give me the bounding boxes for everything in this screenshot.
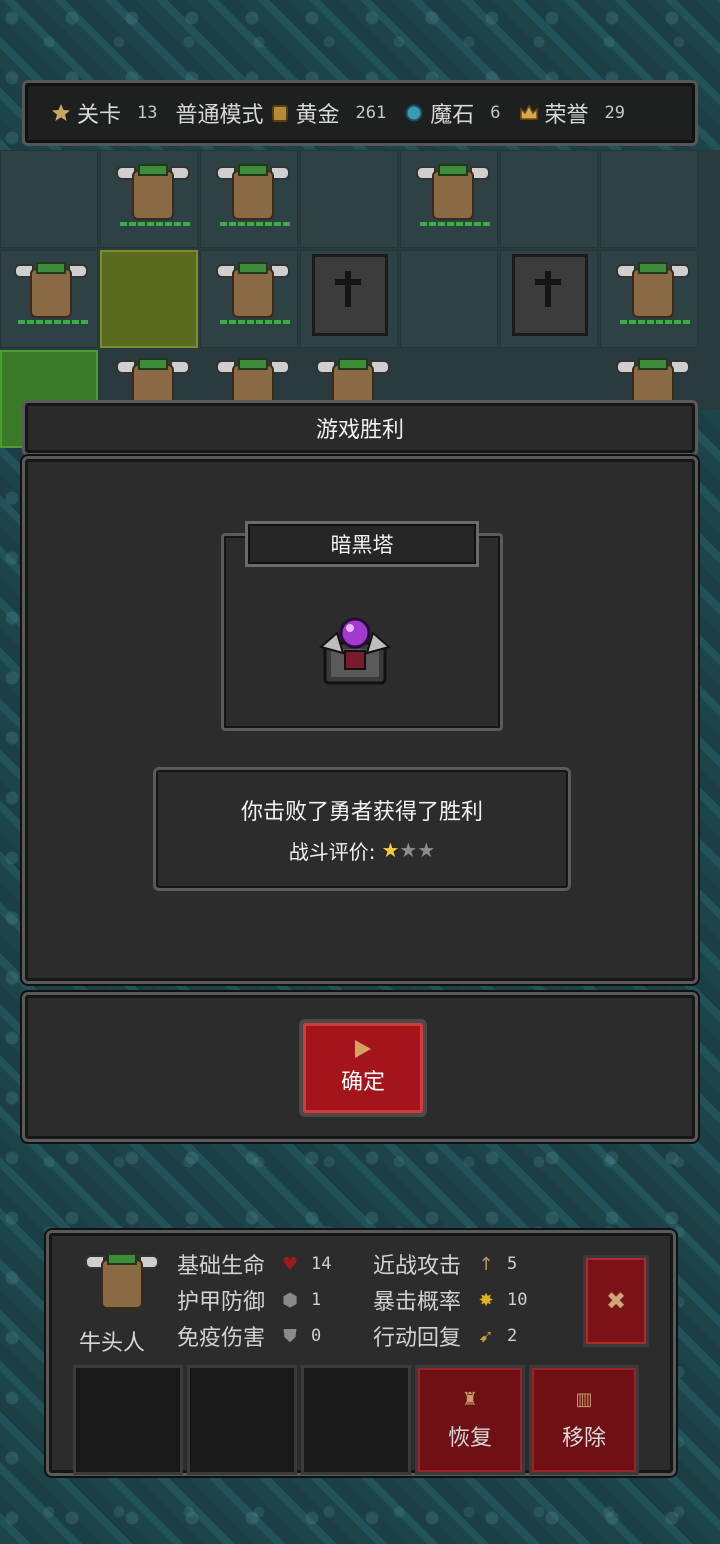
- minotaur-unit: [410, 156, 490, 236]
- sword-icon: ↑: [478, 1253, 494, 1275]
- grave-tower: [512, 254, 588, 336]
- board-tile: [300, 150, 398, 248]
- stat-row: 基础生命 ♥ 14: [177, 1249, 373, 1280]
- dialog-title: 游戏胜利: [315, 418, 404, 443]
- stat-value: 14: [311, 1254, 332, 1274]
- grass-tile: [100, 250, 198, 348]
- stat-value: 10: [507, 1290, 528, 1310]
- board-tile: [0, 150, 98, 248]
- game-board: [0, 150, 720, 448]
- remove-button[interactable]: ▥ 移除: [529, 1365, 639, 1475]
- empty-slot[interactable]: [73, 1365, 183, 1475]
- unit-info-panel: 牛头人 基础生命 ♥ 14 近战攻击 ↑ 5 护甲防御 ⬢ 1 暴击概率 ✸ 10 免疫伤害 ⛊ 0 行动回复…: [46, 1230, 676, 1476]
- stat-value: 2: [507, 1326, 518, 1346]
- honor-value: 29: [604, 103, 626, 123]
- close-button[interactable]: ✖: [583, 1255, 649, 1347]
- victory-panel: 暗黑塔 你击败了勇者获得了胜利 战斗评价: ★★★: [22, 456, 698, 984]
- tower-name: 暗黑塔: [330, 533, 394, 557]
- minotaur-unit: [110, 156, 190, 236]
- result-message-box: 你击败了勇者获得了胜利 战斗评价: ★★★: [153, 767, 571, 891]
- stat-label: 护甲防御: [177, 1290, 266, 1315]
- battle-rating: 战斗评价: ★★★: [289, 836, 436, 865]
- unit-stats: 基础生命 ♥ 14 近战攻击 ↑ 5 护甲防御 ⬢ 1 暴击概率 ✸ 10 免疫伤害 ⛊ 0 行动回复 ➹ 2: [177, 1249, 569, 1352]
- stat-label: 暴击概率: [373, 1290, 462, 1315]
- burst-icon: ✸: [478, 1289, 494, 1311]
- level-label: 关卡: [77, 103, 122, 128]
- close-icon: ✖: [605, 1287, 627, 1315]
- minotaur-unit: [210, 156, 290, 236]
- confirm-panel: 确定: [22, 992, 698, 1142]
- victory-message: 你击败了勇者获得了胜利: [240, 799, 483, 825]
- board-tile: [600, 150, 698, 248]
- magicstone-label: 魔石: [430, 103, 475, 128]
- empty-slot[interactable]: [187, 1365, 297, 1475]
- level-value: 13: [137, 103, 158, 123]
- rating-stars: ★★★: [381, 838, 435, 862]
- rating-label: 战斗评价:: [288, 839, 376, 864]
- stat-value: 5: [507, 1254, 518, 1274]
- star-empty-icon: ★: [417, 838, 436, 862]
- star-icon: [51, 103, 71, 123]
- empty-slot[interactable]: [301, 1365, 411, 1475]
- gold-value: 261: [355, 103, 387, 123]
- confirm-button[interactable]: 确定: [299, 1019, 427, 1117]
- magicstone-value: 6: [490, 103, 501, 123]
- stat-value: 0: [311, 1326, 322, 1346]
- crown-icon: [519, 103, 539, 123]
- stat-row: 免疫伤害 ⛊ 0: [177, 1321, 373, 1352]
- restore-label: 恢复: [447, 1425, 492, 1451]
- minotaur-unit: [210, 254, 290, 334]
- armor-icon: ⬢: [282, 1289, 298, 1311]
- remove-label: 移除: [561, 1425, 606, 1451]
- star-filled-icon: ★: [381, 838, 400, 862]
- stat-label: 免疫伤害: [177, 1326, 266, 1351]
- dialog-title-bar: 游戏胜利: [22, 400, 698, 456]
- gold-label: 黄金: [295, 103, 340, 128]
- grave-tower: [312, 254, 388, 336]
- board-tile: [500, 150, 598, 248]
- resource-bar: 关卡 13 普通模式 黄金 261 魔石 6 荣誉 29: [22, 80, 698, 146]
- dark-tower-icon: [315, 603, 395, 693]
- stat-value: 1: [311, 1290, 322, 1310]
- heart-icon: ♥: [281, 1253, 299, 1275]
- play-icon: [355, 1040, 371, 1058]
- stat-label: 行动回复: [373, 1326, 462, 1351]
- board-tile: [400, 250, 498, 348]
- unit-name: 牛头人: [79, 1331, 146, 1356]
- mode-label: 普通模式: [175, 103, 264, 128]
- minotaur-unit: [610, 254, 690, 334]
- stat-label: 基础生命: [177, 1254, 266, 1279]
- stat-row: 暴击概率 ✸ 10: [373, 1285, 569, 1316]
- shield-icon: ⛊: [283, 1325, 297, 1347]
- stat-row: 行动回复 ➹ 2: [373, 1321, 569, 1352]
- magicstone-icon: [404, 103, 424, 123]
- gold-icon: [270, 103, 290, 123]
- minotaur-portrait: [71, 1245, 167, 1325]
- restore-button[interactable]: ♜ 恢复: [415, 1365, 525, 1475]
- trash-icon: ▥: [575, 1388, 593, 1410]
- boot-icon: ➹: [478, 1325, 494, 1347]
- potion-icon: ♜: [461, 1388, 479, 1410]
- action-slots: ♜ 恢复 ▥ 移除: [73, 1365, 655, 1477]
- stat-row: 护甲防御 ⬢ 1: [177, 1285, 373, 1316]
- honor-label: 荣誉: [544, 103, 589, 128]
- tower-name-plate: 暗黑塔: [245, 521, 479, 567]
- stat-row: 近战攻击 ↑ 5: [373, 1249, 569, 1280]
- confirm-label: 确定: [340, 1070, 385, 1095]
- stat-label: 近战攻击: [373, 1254, 462, 1279]
- minotaur-unit: [8, 254, 88, 334]
- star-empty-icon: ★: [399, 838, 418, 862]
